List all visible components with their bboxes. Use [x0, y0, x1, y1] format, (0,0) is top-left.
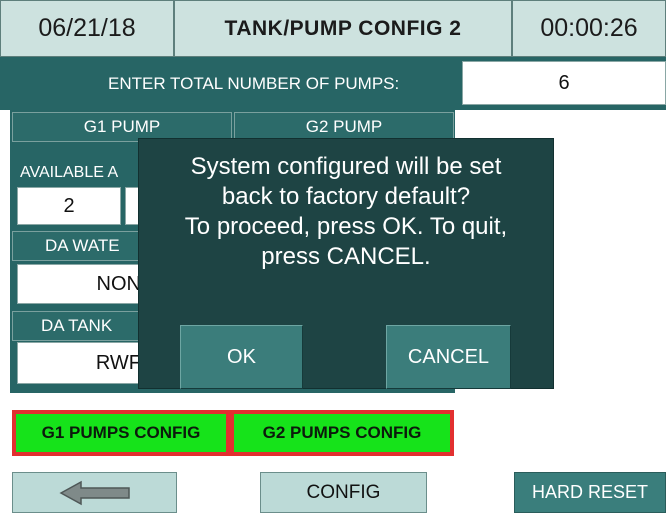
- total-pumps-label: ENTER TOTAL NUMBER OF PUMPS:: [108, 74, 400, 93]
- da-water-value-field[interactable]: NON: [17, 264, 152, 304]
- da-tank-value-field[interactable]: RWF: [17, 342, 152, 384]
- dialog-message-line: back to factory default?: [221, 183, 471, 210]
- page-title: TANK/PUMP CONFIG 2: [174, 0, 512, 57]
- config-button[interactable]: CONFIG: [260, 472, 427, 513]
- ok-button[interactable]: OK: [180, 325, 303, 389]
- back-button[interactable]: [12, 472, 177, 513]
- total-pumps-input[interactable]: 6: [462, 61, 666, 105]
- g2-pumps-config-button[interactable]: G2 PUMPS CONFIG: [230, 410, 454, 456]
- dialog-message-line: To proceed, press OK. To quit,: [184, 213, 508, 240]
- date-display: 06/21/18: [0, 0, 174, 57]
- cancel-button[interactable]: CANCEL: [386, 325, 511, 389]
- hard-reset-button[interactable]: HARD RESET: [514, 472, 666, 513]
- da-water-label: DA WATE: [12, 231, 152, 261]
- da-tank-label: DA TANK: [12, 311, 152, 341]
- g1-pumps-config-button[interactable]: G1 PUMPS CONFIG: [12, 410, 230, 456]
- dialog-message-line: System configured will be set: [190, 153, 502, 180]
- left-arrow-icon: [58, 480, 131, 506]
- dialog-message: System configured will be set back to fa…: [138, 152, 554, 282]
- available-value-field[interactable]: 2: [17, 187, 121, 225]
- dialog-message-line: press CANCEL.: [261, 243, 431, 270]
- time-display: 00:00:26: [512, 0, 666, 57]
